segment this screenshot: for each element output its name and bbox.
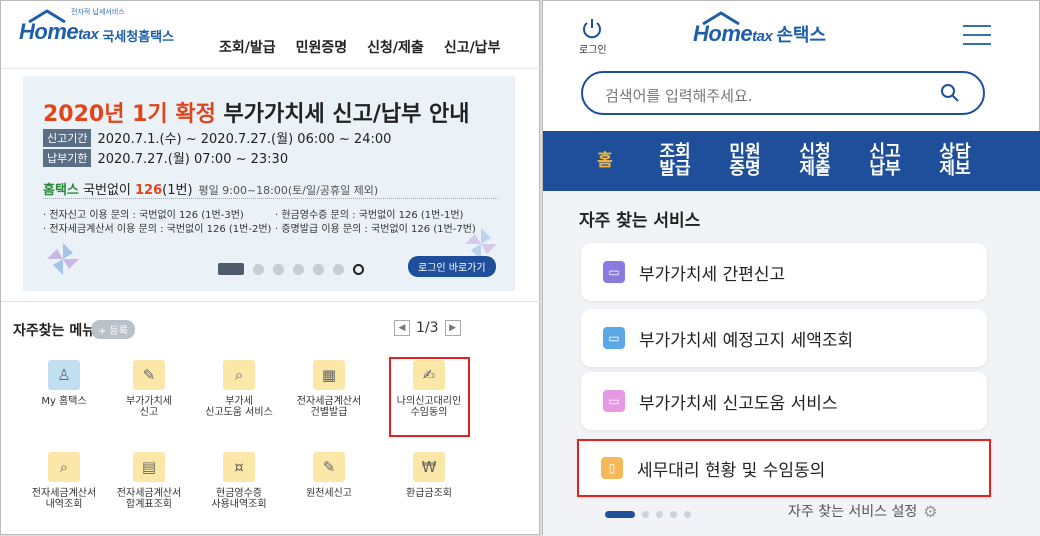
monitor-icon: ▭ bbox=[603, 390, 625, 412]
hamburger-menu-icon[interactable] bbox=[963, 25, 991, 52]
service-card-vat-preliminary[interactable]: ▭ 부가가치세 예정고지 세액조회 bbox=[581, 309, 987, 367]
vat-help-icon: ⌕ bbox=[223, 360, 255, 390]
nav-consult[interactable]: 상담 제보 bbox=[925, 144, 985, 178]
pager-current[interactable] bbox=[218, 263, 244, 275]
menu-item-refund-lookup[interactable]: ₩ 환급금조회 bbox=[384, 452, 474, 499]
inquiry-line-2: · 전자세금계산서 이용 문의 : 국번없이 126 (1번-2번) · 증명발급… bbox=[43, 224, 476, 235]
period-tag: 신고기간 bbox=[43, 128, 92, 147]
hometax-logo[interactable]: 전자적 납세서비스 Hometax 국세청홈택스 bbox=[19, 8, 175, 45]
pager-dot[interactable] bbox=[642, 511, 649, 518]
mobile-header: 로그인 Hometax 손택스 bbox=[543, 1, 1040, 63]
menu-item-vat-report[interactable]: ✎ 부가가치세 신고 bbox=[104, 360, 194, 418]
menu-item-my-hometax[interactable]: ♙ My 홈택스 bbox=[19, 360, 109, 407]
nav-apply[interactable]: 신청/제출 bbox=[367, 37, 424, 57]
nav-home[interactable]: 홈 bbox=[575, 152, 635, 170]
power-icon[interactable] bbox=[581, 17, 603, 39]
menu-item-e-invoice-issue[interactable]: ▦ 전자세금계산서 건별발급 bbox=[284, 360, 374, 418]
section-title: 자주 찾는 서비스 bbox=[579, 211, 701, 231]
calculator-icon: ▦ bbox=[313, 360, 345, 390]
menu-item-withholding-tax[interactable]: ✎ 원천세신고 bbox=[284, 452, 374, 499]
pager-dot[interactable] bbox=[656, 511, 663, 518]
service-card-vat-simple[interactable]: ▭ 부가가치세 간편신고 bbox=[581, 243, 987, 301]
vat-notice-banner[interactable]: 2020년 1기 확정 부가가치세 신고/납부 안내 신고기간 2020.7.1.… bbox=[23, 76, 515, 291]
menu-item-e-invoice-summary[interactable]: ▤ 전자세금계산서 합계표조회 bbox=[104, 452, 194, 510]
login-shortcut-button[interactable]: 로그인 바로가기 bbox=[408, 256, 496, 277]
gear-icon: ⚙ bbox=[923, 501, 938, 521]
pager-stop-icon[interactable] bbox=[353, 263, 364, 275]
nav-certificates[interactable]: 민원 증명 bbox=[715, 144, 775, 178]
cash-receipt-icon: ¤ bbox=[223, 452, 255, 482]
service-card-vat-help[interactable]: ▭ 부가가치세 신고도움 서비스 bbox=[581, 372, 987, 430]
frequent-services-section: 자주 찾는 서비스 ▭ 부가가치세 간편신고 ▭ 부가가치세 예정고지 세액조회 ▭… bbox=[543, 191, 1040, 536]
search-bar[interactable]: 검색어를 입력해주세요. bbox=[581, 71, 985, 115]
invoice-summary-icon: ▤ bbox=[133, 452, 165, 482]
nav-apply[interactable]: 신청 제출 bbox=[785, 144, 845, 178]
clipboard-icon: ▯ bbox=[601, 457, 623, 479]
banner-title: 2020년 1기 확정 부가가치세 신고/납부 안내 bbox=[43, 102, 470, 127]
payment-deadline: 납부기한 2020.7.27.(월) 07:00 ~ 23:30 bbox=[43, 148, 288, 167]
nav-lookup[interactable]: 조회 발급 bbox=[645, 144, 705, 178]
inquiry-line-1: · 전자신고 이용 문의 : 국번없이 126 (1번-3번) · 현금영수증 문… bbox=[43, 210, 464, 221]
refund-icon: ₩ bbox=[413, 452, 445, 482]
menu-item-vat-help[interactable]: ⌕ 부가세 신고도움 서비스 bbox=[194, 360, 284, 418]
nav-report[interactable]: 신고/납부 bbox=[444, 37, 501, 57]
pager-dot[interactable] bbox=[273, 263, 284, 275]
logo-tagline: 전자적 납세서비스 bbox=[71, 8, 125, 16]
page-indicator: 1/3 bbox=[416, 320, 439, 336]
monitor-search-icon: ▭ bbox=[603, 327, 625, 349]
next-page-button[interactable]: ▶ bbox=[444, 320, 461, 336]
pager-dot[interactable] bbox=[313, 263, 324, 275]
pager-current[interactable] bbox=[605, 511, 635, 518]
monitor-icon: ▭ bbox=[603, 261, 625, 283]
pager-dot[interactable] bbox=[333, 263, 344, 275]
sontax-logo[interactable]: Hometax 손택스 bbox=[693, 11, 826, 47]
login-label[interactable]: 로그인 bbox=[579, 41, 607, 56]
pager-dot[interactable] bbox=[684, 511, 691, 518]
search-input[interactable]: 검색어를 입력해주세요. bbox=[605, 85, 753, 106]
nav-lookup[interactable]: 조회/발급 bbox=[219, 37, 276, 57]
person-icon: ♙ bbox=[48, 360, 80, 390]
favorites-pagination: ◀ 1/3 ▶ bbox=[394, 320, 461, 336]
vat-report-icon: ✎ bbox=[133, 360, 165, 390]
mobile-main-nav: 홈 조회 발급 민원 증명 신청 제출 신고 납부 상담 제보 bbox=[543, 131, 1040, 191]
services-pager bbox=[605, 511, 691, 518]
highlight-box bbox=[389, 357, 470, 437]
favorite-menu-section: 자주찾는 메뉴 + 등록 ◀ 1/3 ▶ ♙ My 홈택스 ✎ 부가가치세 신고 ⌕… bbox=[1, 301, 541, 536]
filing-period: 신고기간 2020.7.1.(수) ~ 2020.7.27.(월) 06:00 ~… bbox=[43, 128, 391, 147]
invoice-search-icon: ⌕ bbox=[48, 452, 80, 482]
pc-header: 전자적 납세서비스 Hometax 국세청홈택스 조회/발급 민원증명 신청/제… bbox=[1, 1, 541, 69]
pager-dot[interactable] bbox=[293, 263, 304, 275]
nav-certificates[interactable]: 민원증명 bbox=[296, 37, 348, 57]
pc-homepage-panel: 전자적 납세서비스 Hometax 국세청홈택스 조회/발급 민원증명 신청/제… bbox=[0, 0, 541, 536]
service-settings-link[interactable]: 자주 찾는 서비스 설정 ⚙ bbox=[788, 501, 938, 521]
withholding-icon: ✎ bbox=[313, 452, 345, 482]
roof-icon bbox=[702, 11, 740, 25]
pinwheel-icon bbox=[47, 243, 79, 275]
banner-divider bbox=[43, 198, 498, 199]
menu-item-cash-receipt[interactable]: ¤ 현금영수증 사용내역조회 bbox=[194, 452, 284, 510]
prev-page-button[interactable]: ◀ bbox=[394, 320, 410, 336]
pay-tag: 납부기한 bbox=[43, 148, 92, 167]
pager-dot[interactable] bbox=[253, 263, 264, 275]
logo-korean-name: 손택스 bbox=[776, 25, 826, 46]
add-favorite-button[interactable]: + 등록 bbox=[91, 320, 135, 339]
mobile-app-panel: 로그인 Hometax 손택스 검색어를 입력해주세요. 홈 조회 발급 민원 … bbox=[542, 0, 1040, 536]
roof-icon bbox=[28, 9, 66, 23]
favorites-title: 자주찾는 메뉴 bbox=[13, 323, 96, 339]
helpline-info: 홈택스 국번없이 126(1번) 평일 9:00~18:00(토/일/공휴일 제외… bbox=[43, 183, 379, 198]
nav-report[interactable]: 신고 납부 bbox=[855, 144, 915, 178]
search-icon[interactable] bbox=[939, 82, 961, 104]
banner-pager bbox=[218, 263, 364, 275]
logo-korean-name: 국세청홈택스 bbox=[102, 30, 175, 45]
pager-dot[interactable] bbox=[670, 511, 677, 518]
menu-item-e-invoice-history[interactable]: ⌕ 전자세금계산서 내역조회 bbox=[19, 452, 109, 510]
service-card-tax-agent[interactable]: ▯ 세무대리 현황 및 수임동의 bbox=[577, 439, 991, 497]
pc-main-nav: 조회/발급 민원증명 신청/제출 신고/납부 bbox=[219, 37, 500, 57]
